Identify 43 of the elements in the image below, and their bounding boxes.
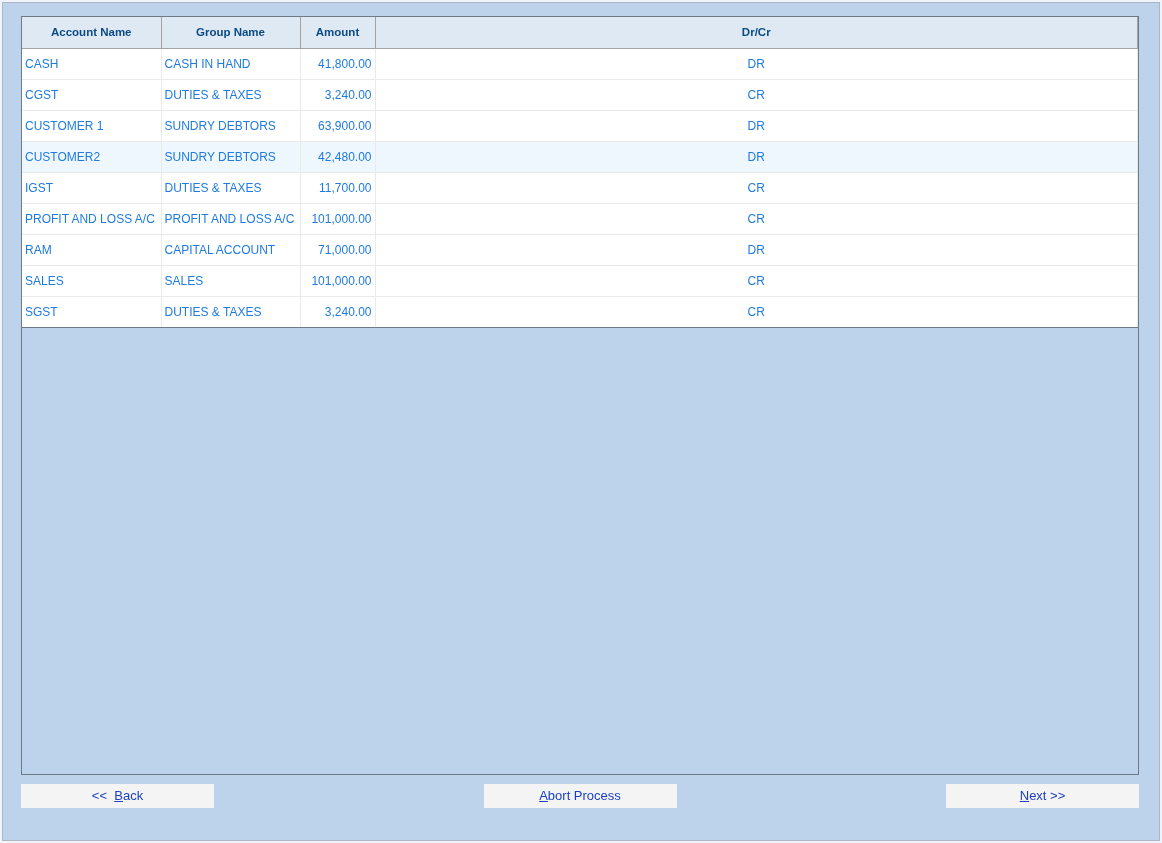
table-cell: DR [375, 110, 1138, 141]
table-cell: CUSTOMER 1 [22, 110, 161, 141]
column-header[interactable]: Group Name [161, 17, 300, 48]
column-header[interactable]: Amount [300, 17, 375, 48]
table-cell: 42,480.00 [300, 141, 375, 172]
table-cell: RAM [22, 234, 161, 265]
table-cell: CASH [22, 48, 161, 79]
table-cell: DR [375, 48, 1138, 79]
table-cell: CR [375, 265, 1138, 296]
table-cell: SALES [161, 265, 300, 296]
table-cell: 3,240.00 [300, 79, 375, 110]
table-cell: 3,240.00 [300, 296, 375, 327]
table-cell: 63,900.00 [300, 110, 375, 141]
table-cell: DR [375, 141, 1138, 172]
next-button[interactable]: Next >> [946, 784, 1139, 808]
table-cell: DUTIES & TAXES [161, 172, 300, 203]
back-button[interactable]: << Back [21, 784, 214, 808]
table-cell: CAPITAL ACCOUNT [161, 234, 300, 265]
table-cell: 101,000.00 [300, 265, 375, 296]
table-cell: PROFIT AND LOSS A/C [22, 203, 161, 234]
table-cell: IGST [22, 172, 161, 203]
table-cell: CASH IN HAND [161, 48, 300, 79]
table-cell: PROFIT AND LOSS A/C [161, 203, 300, 234]
table-cell: SGST [22, 296, 161, 327]
abort-button[interactable]: Abort Process [483, 784, 677, 808]
table-cell: CR [375, 172, 1138, 203]
table-cell: 11,700.00 [300, 172, 375, 203]
table-cell: 41,800.00 [300, 48, 375, 79]
table-cell: CR [375, 203, 1138, 234]
table-cell: 101,000.00 [300, 203, 375, 234]
column-header[interactable]: Dr/Cr [375, 17, 1138, 48]
table-cell: 71,000.00 [300, 234, 375, 265]
table-cell: CUSTOMER2 [22, 141, 161, 172]
table-cell: CR [375, 79, 1138, 110]
table-cell: DUTIES & TAXES [161, 79, 300, 110]
table-cell: SUNDRY DEBTORS [161, 110, 300, 141]
column-header[interactable]: Account Name [22, 17, 161, 48]
table-cell: CGST [22, 79, 161, 110]
table-cell: SUNDRY DEBTORS [161, 141, 300, 172]
table-cell: DR [375, 234, 1138, 265]
table-cell: SALES [22, 265, 161, 296]
table-cell: DUTIES & TAXES [161, 296, 300, 327]
table-cell: CR [375, 296, 1138, 327]
